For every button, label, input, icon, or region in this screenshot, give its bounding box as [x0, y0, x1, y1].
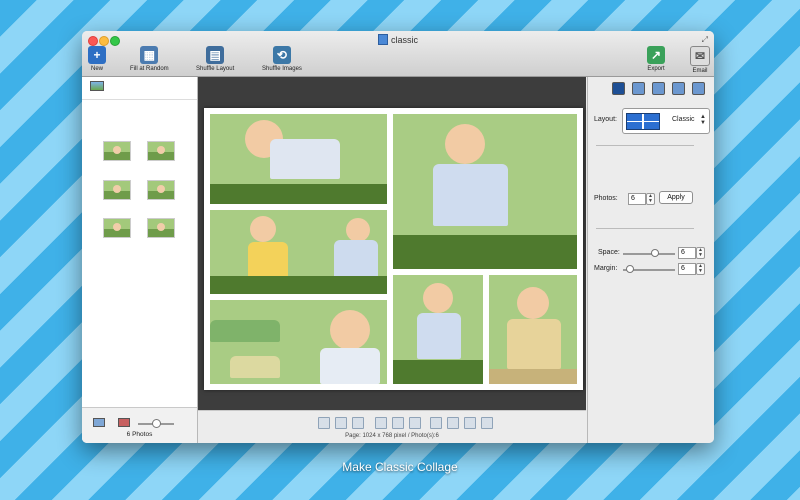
- effects-tab-icon[interactable]: [672, 82, 685, 95]
- photo-thumbnail[interactable]: [147, 180, 175, 200]
- email-button[interactable]: ✉ Email: [690, 46, 710, 74]
- window-title: classic: [82, 34, 714, 45]
- margin-value-field[interactable]: 6: [678, 263, 696, 275]
- photos-stepper[interactable]: ▲ ▼: [646, 193, 655, 205]
- divider: [596, 228, 694, 229]
- layout-toolbar: Page: 1024 x 768 pixel / Photo(s):6: [198, 410, 586, 443]
- photo-browser-footer: 6 Photos: [82, 407, 197, 443]
- plus-icon: +: [88, 46, 106, 64]
- thumbnail-size-slider-knob[interactable]: [152, 419, 161, 428]
- remove-photos-icon[interactable]: [118, 418, 130, 427]
- popup-arrows-icon: ▲ ▼: [700, 114, 706, 126]
- layout-tab-icon[interactable]: [612, 82, 625, 95]
- collage-photo-cell[interactable]: [489, 275, 577, 384]
- space-value-field[interactable]: 6: [678, 247, 696, 259]
- shuffle-layout-label: Shuffle Layout: [196, 66, 235, 72]
- photo-thumbnail[interactable]: [147, 218, 175, 238]
- collage-photo-cell[interactable]: [393, 275, 483, 384]
- space-label: Space:: [598, 249, 620, 256]
- divider: [596, 145, 694, 146]
- app-window: classic ⤢ + New ▦ Fill at Random ▤ Shuff…: [82, 31, 714, 443]
- layout-shuffle-icon: ▤: [206, 46, 225, 64]
- fullscreen-icon[interactable]: ⤢: [702, 35, 708, 45]
- shuffle-layout-button[interactable]: ▤ Shuffle Layout: [196, 46, 234, 72]
- space-slider[interactable]: [623, 253, 675, 255]
- photo-browser-header: [82, 77, 197, 100]
- shuffle-images-label: Shuffle Images: [262, 66, 302, 72]
- background-tab-icon[interactable]: [632, 82, 645, 95]
- new-button[interactable]: + New: [88, 46, 106, 72]
- page-tab-icon[interactable]: [692, 82, 705, 95]
- collage-canvas-area: [198, 77, 586, 410]
- margin-label: Margin:: [594, 265, 618, 272]
- collage-photo-cell[interactable]: [210, 300, 387, 384]
- collage-photo-cell[interactable]: [210, 114, 387, 204]
- layout-value: Classic: [672, 116, 695, 123]
- layout-option-icon[interactable]: [318, 417, 330, 429]
- layout-option-icon[interactable]: [409, 417, 421, 429]
- photo-thumbnail[interactable]: [147, 141, 175, 161]
- layout-option-icon[interactable]: [430, 417, 442, 429]
- export-button[interactable]: ↗ Export: [647, 46, 665, 72]
- layout-option-icon[interactable]: [352, 417, 364, 429]
- export-label: Export: [647, 66, 665, 72]
- shuffle-images-button[interactable]: ⟲ Shuffle Images: [262, 46, 302, 72]
- page-status: Page: 1024 x 768 pixel / Photo(s):6: [345, 433, 439, 439]
- layout-label: Layout:: [594, 116, 617, 123]
- photo-count: 6 Photos: [126, 431, 153, 438]
- photo-thumbnail[interactable]: [103, 141, 131, 161]
- envelope-icon: ✉: [690, 46, 710, 66]
- photo-browser-panel: 6 Photos: [82, 77, 198, 443]
- title-toolbar: classic ⤢ + New ▦ Fill at Random ▤ Shuff…: [82, 31, 714, 77]
- add-photos-icon[interactable]: [93, 418, 105, 427]
- photos-label: Photos:: [594, 195, 618, 202]
- margin-slider-knob[interactable]: [626, 265, 634, 273]
- grid-fill-icon: ▦: [140, 46, 159, 64]
- fill-random-button[interactable]: ▦ Fill at Random: [130, 46, 169, 72]
- apply-button[interactable]: Apply: [659, 191, 693, 204]
- layout-option-icon[interactable]: [392, 417, 404, 429]
- layout-preview-icon: [626, 113, 660, 130]
- image-library-icon[interactable]: [90, 81, 104, 91]
- layout-option-icon[interactable]: [464, 417, 476, 429]
- new-label: New: [90, 66, 103, 72]
- collage-photo-cell[interactable]: [393, 114, 577, 269]
- email-label: Email: [692, 68, 708, 74]
- fill-random-label: Fill at Random: [130, 66, 169, 72]
- space-stepper[interactable]: ▲ ▼: [696, 247, 705, 259]
- photos-count-field[interactable]: 6: [628, 193, 646, 205]
- export-icon: ↗: [647, 46, 665, 64]
- layout-option-icon[interactable]: [335, 417, 347, 429]
- layout-select[interactable]: Classic ▲ ▼: [622, 108, 710, 134]
- space-slider-knob[interactable]: [651, 249, 659, 257]
- settings-panel: Layout: Classic ▲ ▼ Photos: 6 ▲ ▼ Apply Sp…: [587, 77, 714, 443]
- collage-photo-cell[interactable]: [210, 210, 387, 294]
- document-icon: [377, 34, 388, 45]
- window-title-text: classic: [390, 35, 418, 45]
- photo-thumbnail[interactable]: [103, 180, 131, 200]
- layout-option-icon[interactable]: [447, 417, 459, 429]
- image-shuffle-icon: ⟲: [272, 46, 291, 64]
- photo-thumbnail[interactable]: [103, 218, 131, 238]
- text-tab-icon[interactable]: [652, 82, 665, 95]
- collage-page: [204, 108, 583, 390]
- layout-option-icon[interactable]: [375, 417, 387, 429]
- promo-caption: Make Classic Collage: [342, 460, 458, 474]
- margin-stepper[interactable]: ▲ ▼: [696, 263, 705, 275]
- layout-option-icon[interactable]: [481, 417, 493, 429]
